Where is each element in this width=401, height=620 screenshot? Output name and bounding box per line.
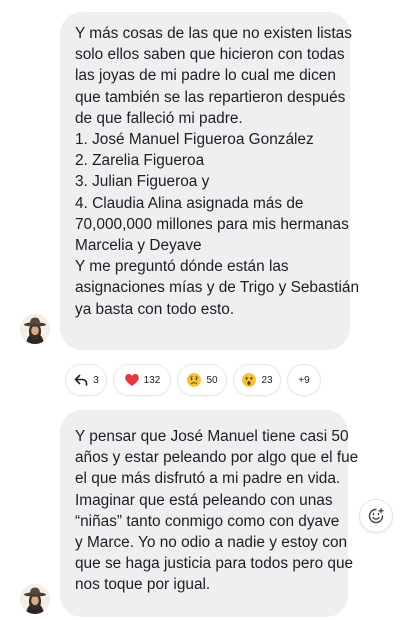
message-line: “niñas” tanto conmigo como con dyave (75, 512, 340, 530)
sad-face-icon (187, 373, 202, 387)
message-bubble[interactable]: Y pensar que José Manuel tiene casi 50 a… (60, 410, 359, 617)
message-line: 2. Zarelia Figueroa (75, 152, 205, 170)
message-line: Marcelia y Deyave (75, 237, 202, 255)
avatar-image (20, 314, 50, 344)
message-line: años y estar peleando por algo que el fu… (75, 449, 359, 467)
message-line: 70,000,000 millones para mis hermanas (75, 215, 349, 233)
add-reaction-button[interactable] (360, 500, 392, 532)
message-line: nos toque por igual. (75, 576, 211, 594)
message-line: ya basta con todo esto. (75, 300, 235, 318)
sender-avatar[interactable] (20, 584, 50, 614)
heart-count: 132 (143, 374, 161, 386)
message-bubble[interactable]: Y más cosas de las que no existen listas… (60, 12, 360, 350)
wow-count: 23 (261, 374, 273, 386)
message-line: Y pensar que José Manuel tiene casi 50 (75, 428, 349, 445)
message-line: 4. Claudia Alina asignada más de (75, 194, 304, 212)
message-line: Imaginar que está peleando con unas (75, 491, 333, 509)
message-line: 1. José Manuel Figueroa González (75, 131, 314, 149)
add-reaction-icon (368, 508, 384, 524)
sad-reaction[interactable]: 50 (178, 365, 226, 395)
heart-icon (124, 374, 139, 386)
message-line: Y más cosas de las que no existen listas (75, 25, 352, 42)
sender-avatar[interactable] (20, 314, 50, 344)
message-line: 3. Julian Figueroa y (75, 173, 210, 191)
replies-count: 3 (93, 374, 99, 386)
replies-button[interactable]: 3 (66, 365, 106, 395)
message-line: que se haga justicia para todos pero que (75, 555, 354, 573)
sad-count: 50 (206, 374, 218, 386)
message-line: el que más disfrutó a mi padre en vida. (75, 470, 341, 488)
message-line: las joyas de mi padre lo cual me dicen (75, 67, 336, 85)
message-line: y Marce. Yo no odio a nadie y estoy con (75, 534, 348, 552)
wow-reaction[interactable]: 23 (234, 365, 280, 395)
message-line: Y me preguntó dónde están las (75, 258, 289, 276)
wow-face-icon (242, 373, 257, 387)
reply-arrow-icon (74, 374, 88, 386)
heart-reaction[interactable]: 132 (114, 365, 170, 395)
more-reactions-count: +9 (298, 374, 310, 386)
message-line: que también se las repartieron después (75, 88, 346, 106)
message-line: de que falleció mi padre. (75, 109, 243, 127)
more-reactions-button[interactable]: +9 (288, 365, 320, 395)
avatar-image (20, 584, 50, 614)
message-line: asignaciones mías y de Trigo y Sebastián (75, 279, 360, 297)
message-line: solo ellos saben que hicieron con todas (75, 46, 345, 64)
